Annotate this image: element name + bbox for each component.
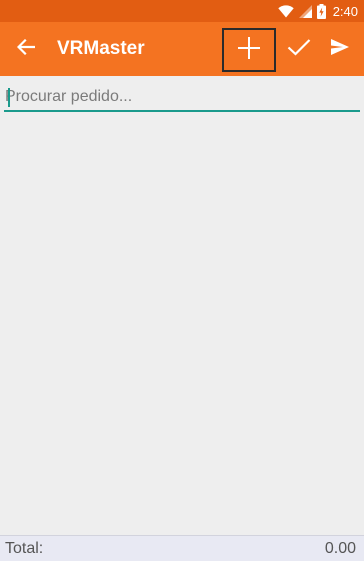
total-footer: Total: 0.00 [0,535,364,561]
status-icons: 2:40 [277,0,358,22]
wifi-icon [277,4,294,18]
battery-charging-icon [316,3,326,19]
add-button[interactable] [222,28,276,72]
text-cursor [8,88,10,107]
toolbar-title: VRMaster [57,38,145,59]
check-icon [287,38,311,61]
total-value: 0.00 [324,540,356,557]
cell-signal-icon [298,4,312,18]
total-label: Total: [5,540,44,557]
status-bar: 2:40 [0,0,364,22]
send-button[interactable] [316,28,364,70]
arrow-left-icon [16,38,36,60]
plus-icon [237,36,261,65]
status-time: 2:40 [332,3,358,19]
send-icon [330,38,350,61]
search-input[interactable] [4,84,360,112]
app-toolbar: VRMaster [0,22,364,76]
back-button[interactable] [10,33,42,65]
search-field [4,84,360,114]
